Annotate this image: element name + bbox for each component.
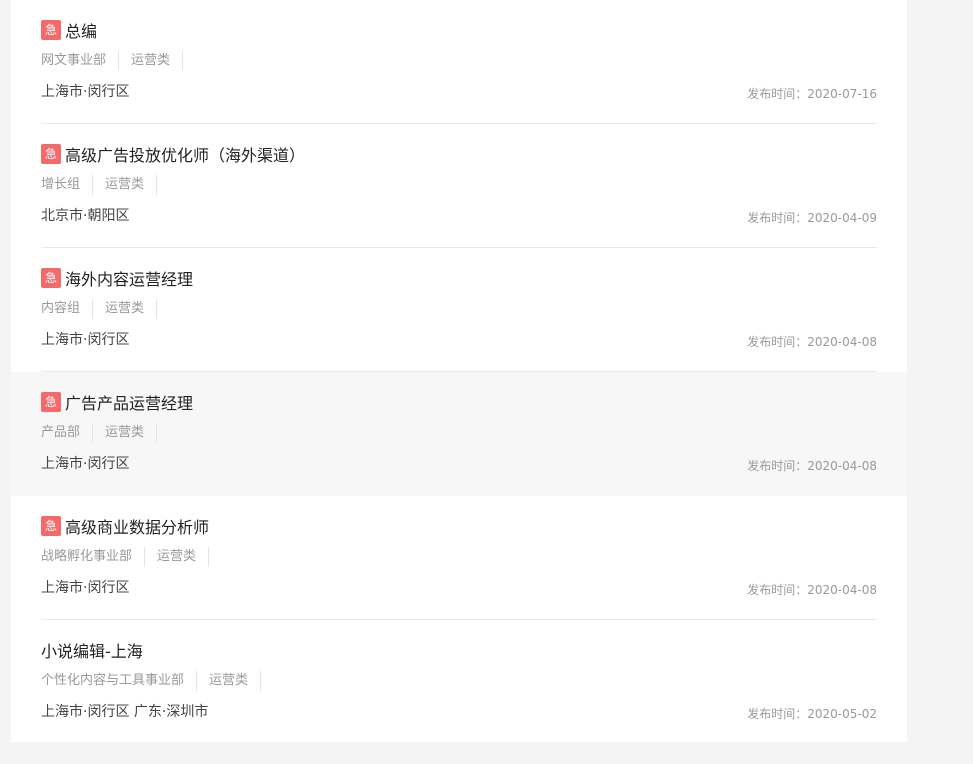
job-tags: 增长组 运营类 [41,175,169,195]
job-title[interactable]: 广告产品运营经理 [65,390,193,414]
job-card[interactable]: 小说编辑-上海 个性化内容与工具事业部 运营类 上海市·闵行区 广东·深圳市 发… [11,620,907,744]
job-tags: 内容组 运营类 [41,299,169,319]
job-title[interactable]: 高级商业数据分析师 [65,514,209,538]
job-list: 急 总编 网文事业部 运营类 上海市·闵行区 发布时间：2020-07-16 急… [11,0,907,742]
category-tag: 运营类 [131,51,184,71]
job-title-row: 急 高级广告投放优化师（海外渠道） [41,142,305,166]
department-tag: 产品部 [41,423,94,443]
job-tags: 战略孵化事业部 运营类 [41,547,221,567]
publish-date: 发布时间：2020-04-09 [747,211,877,225]
department-tag: 战略孵化事业部 [41,547,146,567]
publish-date: 发布时间：2020-04-08 [747,583,877,597]
job-title[interactable]: 高级广告投放优化师（海外渠道） [65,142,305,166]
job-title[interactable]: 小说编辑-上海 [41,638,143,662]
urgent-badge: 急 [41,20,61,40]
job-title-row: 急 海外内容运营经理 [41,266,193,290]
publish-date: 发布时间：2020-07-16 [747,87,877,101]
job-card[interactable]: 急 高级广告投放优化师（海外渠道） 增长组 运营类 北京市·朝阳区 发布时间：2… [11,124,907,248]
job-location: 上海市·闵行区 [41,456,130,472]
job-card-hovered[interactable]: 急 广告产品运营经理 产品部 运营类 上海市·闵行区 发布时间：2020-04-… [11,372,907,496]
job-title-row: 小说编辑-上海 [41,638,143,662]
job-tags: 网文事业部 运营类 [41,51,195,71]
job-title-row: 急 高级商业数据分析师 [41,514,209,538]
publish-date: 发布时间：2020-05-02 [747,707,877,721]
job-location: 上海市·闵行区 [41,84,130,100]
job-location: 北京市·朝阳区 [41,208,130,224]
job-location: 上海市·闵行区 [41,580,130,596]
job-card[interactable]: 急 海外内容运营经理 内容组 运营类 上海市·闵行区 发布时间：2020-04-… [11,248,907,372]
category-tag: 运营类 [105,299,158,319]
category-tag: 运营类 [209,671,262,691]
department-tag: 网文事业部 [41,51,120,71]
urgent-badge: 急 [41,516,61,536]
category-tag: 运营类 [105,175,158,195]
job-location: 上海市·闵行区 广东·深圳市 [41,704,209,720]
job-title-row: 急 总编 [41,18,97,42]
job-tags: 产品部 运营类 [41,423,169,443]
job-title[interactable]: 总编 [65,18,97,42]
publish-date: 发布时间：2020-04-08 [747,459,877,473]
urgent-badge: 急 [41,392,61,412]
job-title-row: 急 广告产品运营经理 [41,390,193,414]
urgent-badge: 急 [41,144,61,164]
urgent-badge: 急 [41,268,61,288]
publish-date: 发布时间：2020-04-08 [747,335,877,349]
job-card[interactable]: 急 总编 网文事业部 运营类 上海市·闵行区 发布时间：2020-07-16 [11,0,907,124]
department-tag: 内容组 [41,299,94,319]
department-tag: 个性化内容与工具事业部 [41,671,198,691]
job-card[interactable]: 急 高级商业数据分析师 战略孵化事业部 运营类 上海市·闵行区 发布时间：202… [11,496,907,620]
job-location: 上海市·闵行区 [41,332,130,348]
category-tag: 运营类 [105,423,158,443]
job-tags: 个性化内容与工具事业部 运营类 [41,671,273,691]
category-tag: 运营类 [157,547,210,567]
department-tag: 增长组 [41,175,94,195]
job-title[interactable]: 海外内容运营经理 [65,266,193,290]
